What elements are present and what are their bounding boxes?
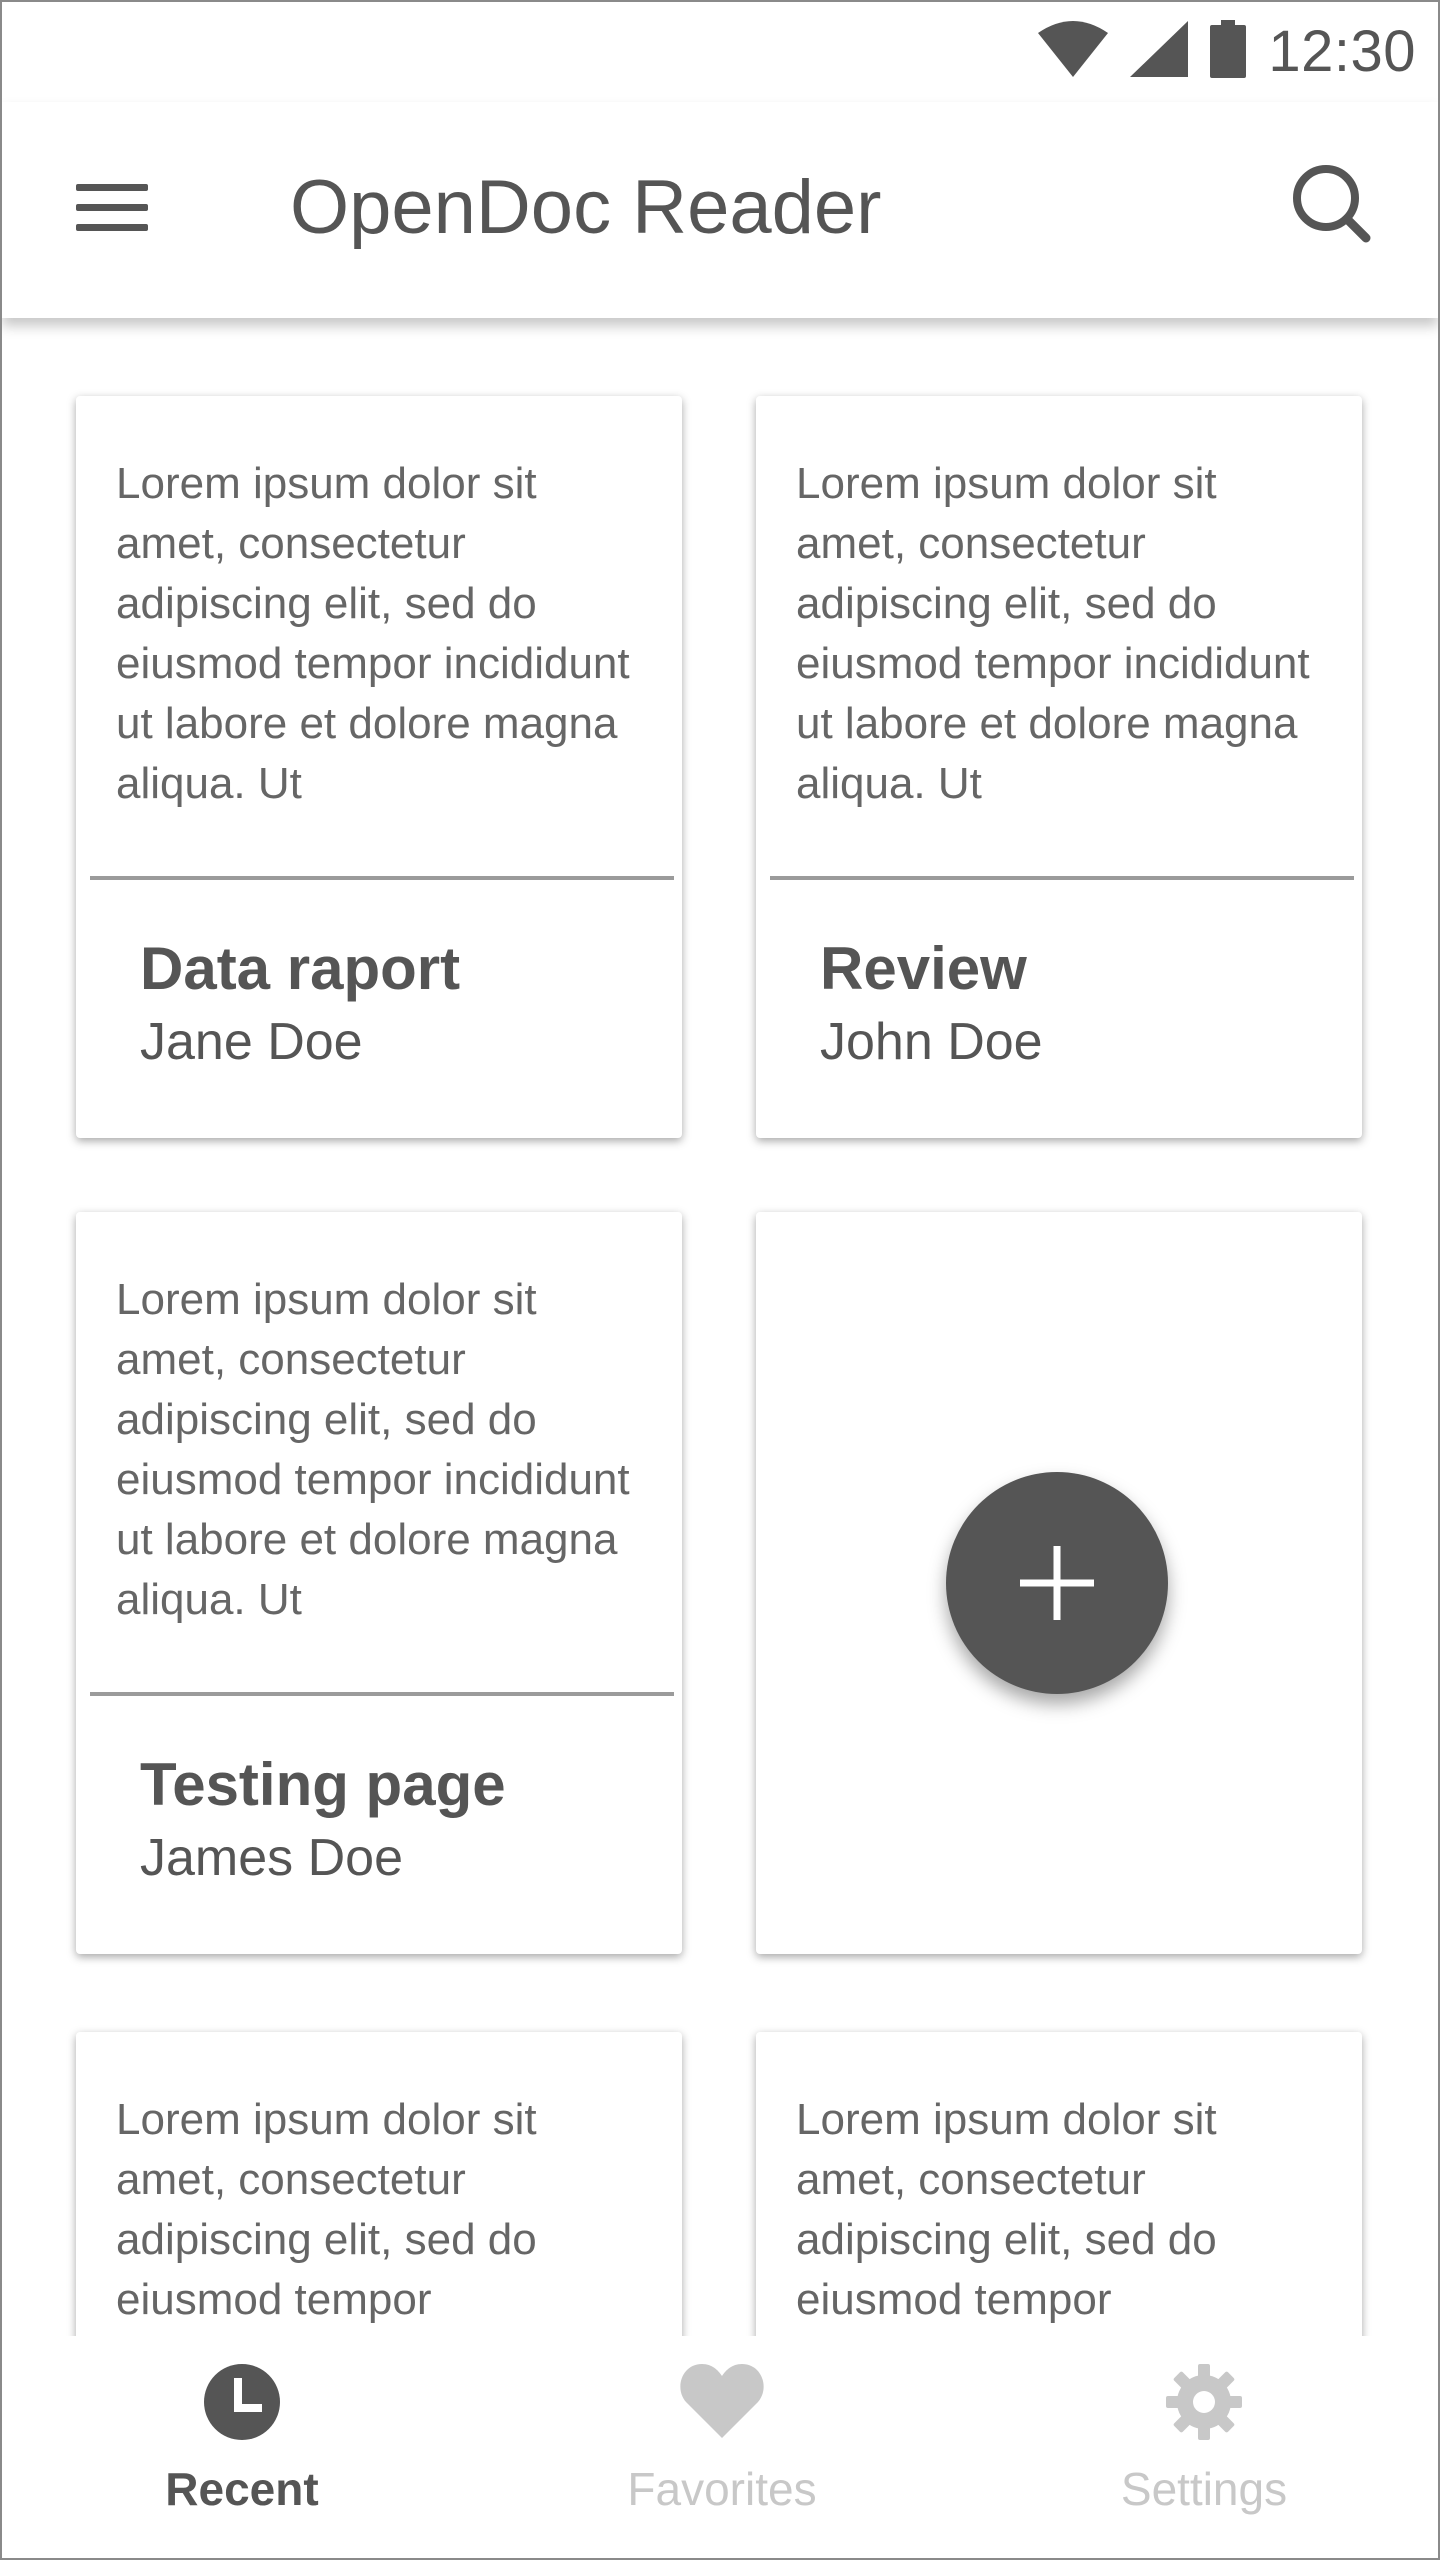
battery-icon xyxy=(1210,19,1247,83)
nav-label: Favorites xyxy=(627,2463,817,2515)
status-icons: 12:30 xyxy=(1038,16,1416,86)
nav-label: Recent xyxy=(165,2463,319,2515)
add-document-button[interactable] xyxy=(946,1472,1168,1694)
card-divider xyxy=(90,1692,674,1696)
card-author: James Doe xyxy=(140,1829,403,1887)
app-bar: OpenDoc Reader xyxy=(2,102,1438,318)
status-time: 12:30 xyxy=(1268,18,1416,84)
card-excerpt: Lorem ipsum dolor sit amet, consectetur … xyxy=(116,2095,537,2324)
menu-icon-bar-top xyxy=(76,184,148,191)
document-card[interactable]: Lorem ipsum dolor sit amet, consectetur … xyxy=(76,396,682,1138)
nav-label: Settings xyxy=(1120,2463,1288,2515)
heart-icon xyxy=(680,2362,764,2443)
card-excerpt: Lorem ipsum dolor sit amet, consectetur … xyxy=(116,459,630,808)
card-excerpt: Lorem ipsum dolor sit amet, consectetur … xyxy=(796,459,1310,808)
card-author: Jane Doe xyxy=(140,1013,363,1071)
search-button[interactable] xyxy=(1286,158,1378,250)
status-bar: 12:30 xyxy=(2,2,1438,102)
card-excerpt: Lorem ipsum dolor sit amet, consectetur … xyxy=(116,1275,630,1624)
search-icon xyxy=(1293,165,1371,243)
card-divider xyxy=(90,876,674,880)
document-card[interactable]: Lorem ipsum dolor sit amet, consectetur … xyxy=(756,396,1362,1138)
nav-item-favorites[interactable]: Favorites xyxy=(572,2336,872,2558)
card-author: John Doe xyxy=(820,1013,1043,1071)
card-title: Testing page xyxy=(140,1751,506,1818)
card-excerpt: Lorem ipsum dolor sit amet, consectetur … xyxy=(796,2095,1217,2324)
nav-item-settings[interactable]: Settings xyxy=(1054,2336,1354,2558)
nav-item-recent[interactable]: Recent xyxy=(92,2336,392,2558)
menu-button[interactable] xyxy=(62,166,162,246)
card-title: Review xyxy=(820,935,1027,1002)
document-card[interactable]: Lorem ipsum dolor sit amet, consectetur … xyxy=(76,1212,682,1954)
bottom-navigation: Recent Favorites Settings xyxy=(2,2336,1438,2558)
menu-icon-bar-bottom xyxy=(76,224,148,231)
card-title: Data raport xyxy=(140,935,461,1002)
card-divider xyxy=(770,876,1354,880)
wifi-icon xyxy=(1038,20,1109,82)
menu-icon-bar-middle xyxy=(76,204,148,211)
clock-icon xyxy=(202,2362,282,2447)
gear-icon xyxy=(1164,2362,1244,2447)
app-screen: 12:30 OpenDoc Reader Lorem ipsum dolor s… xyxy=(0,0,1440,2560)
new-document-card[interactable] xyxy=(756,1212,1362,1954)
signal-icon xyxy=(1130,20,1189,82)
plus-icon xyxy=(1020,1546,1094,1620)
app-title: OpenDoc Reader xyxy=(290,165,882,250)
